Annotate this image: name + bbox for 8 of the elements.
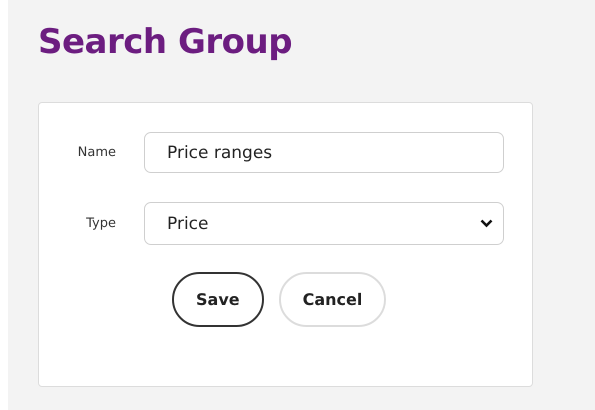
cancel-button[interactable]: Cancel (278, 272, 386, 327)
save-button[interactable]: Save (172, 272, 264, 327)
page-title: Search Group (38, 22, 294, 62)
chevron-down-icon (480, 219, 493, 228)
name-input[interactable]: Price ranges (144, 132, 504, 173)
type-select[interactable]: Price (144, 202, 504, 245)
field-label: Name (78, 145, 116, 160)
field-label: Type (86, 216, 116, 231)
